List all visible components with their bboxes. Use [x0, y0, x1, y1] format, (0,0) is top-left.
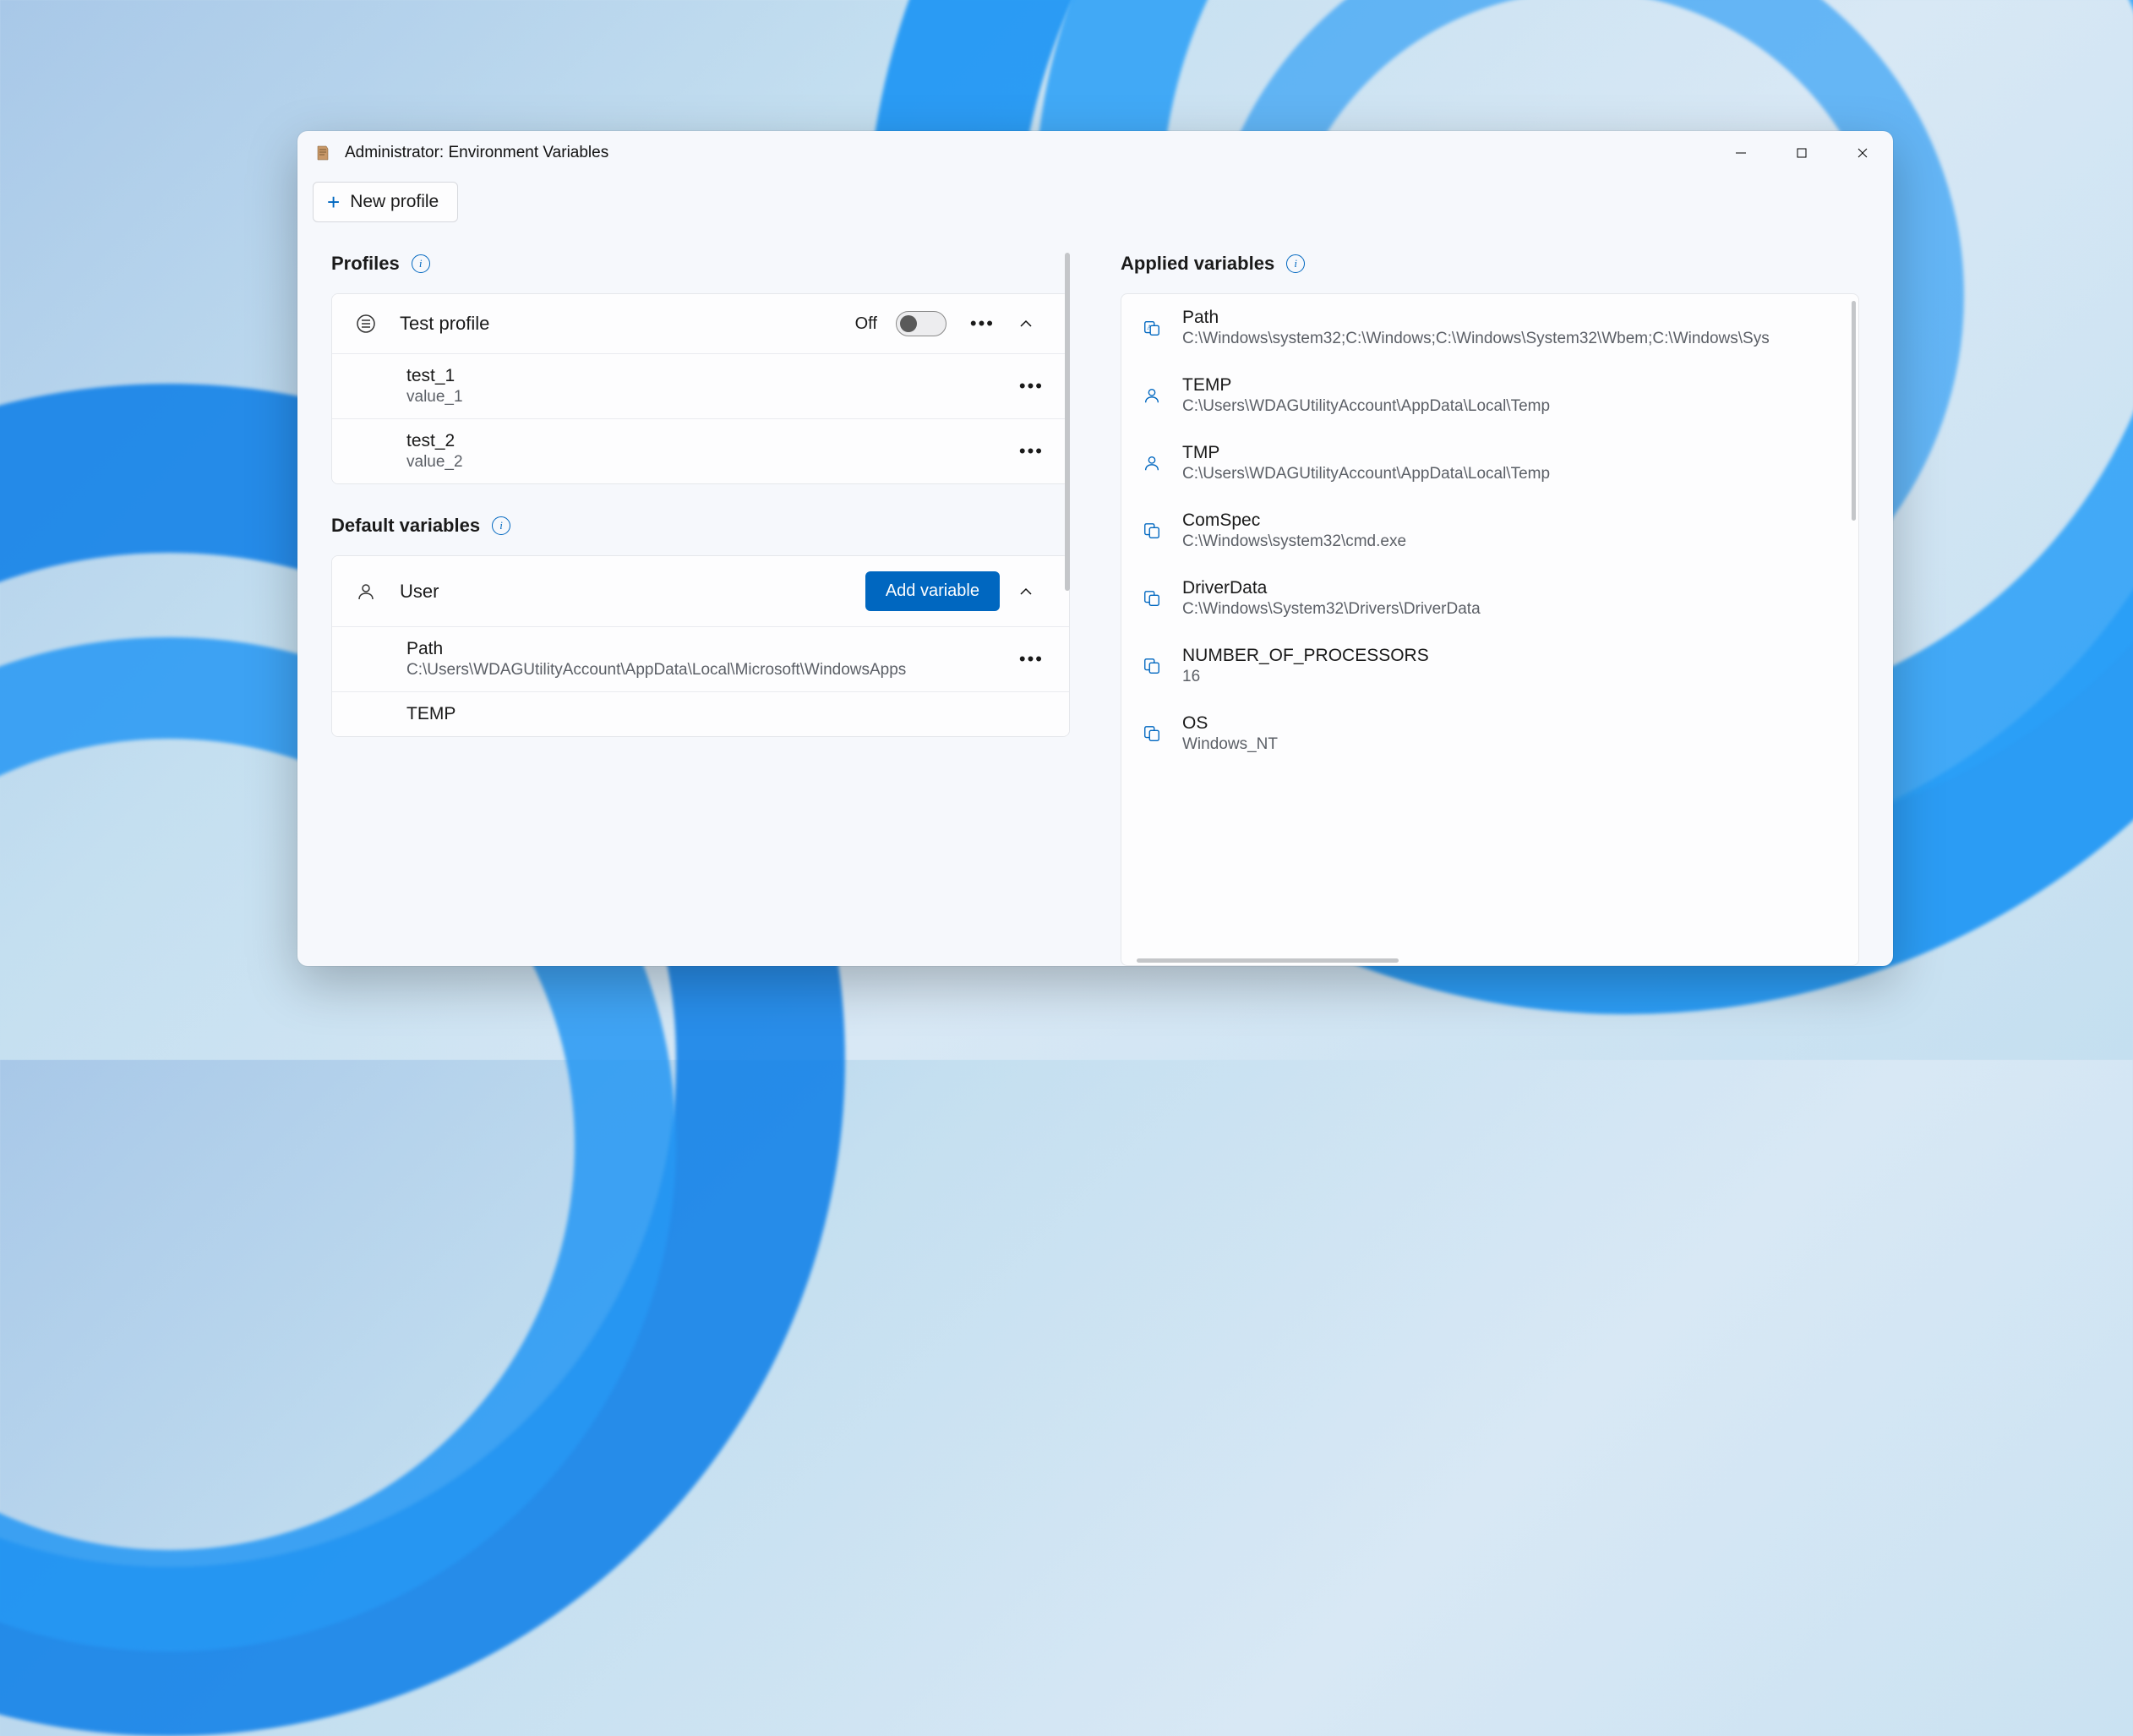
user-icon: [1140, 386, 1164, 405]
info-icon[interactable]: i: [1286, 254, 1305, 273]
applied-variable-value: C:\Users\WDAGUtilityAccount\AppData\Loca…: [1182, 397, 1835, 416]
profiles-section-header: Profiles i: [331, 253, 1070, 275]
applied-variable-row[interactable]: NUMBER_OF_PROCESSORS 16: [1121, 632, 1858, 700]
window-title: Administrator: Environment Variables: [345, 144, 608, 162]
info-icon[interactable]: i: [492, 516, 510, 535]
applied-variable-row[interactable]: DriverData C:\Windows\System32\Drivers\Dr…: [1121, 565, 1858, 632]
variable-more-button[interactable]: •••: [1014, 372, 1049, 401]
app-window: Administrator: Environment Variables + N…: [297, 131, 1893, 966]
profiles-title: Profiles: [331, 253, 400, 275]
user-section-label: User: [400, 581, 845, 603]
right-column: Applied variables i A Path C:\Windows\syst…: [1121, 253, 1859, 966]
user-icon: [352, 581, 379, 602]
toggle-knob: [900, 315, 917, 332]
scrollbar-vertical[interactable]: [1852, 301, 1856, 521]
applied-variable-row[interactable]: TMP C:\Users\WDAGUtilityAccount\AppData\L…: [1121, 429, 1858, 497]
applied-variable-value: C:\Users\WDAGUtilityAccount\AppData\Loca…: [1182, 465, 1835, 483]
scrollbar-horizontal[interactable]: [1137, 958, 1399, 963]
system-icon: [1140, 589, 1164, 608]
applied-variable-value: C:\Windows\System32\Drivers\DriverData: [1182, 600, 1835, 619]
applied-variable-row[interactable]: ComSpecC:\Windows\system32\cmd.exe: [1121, 497, 1858, 565]
variable-value: value_2: [406, 453, 1001, 472]
new-profile-button[interactable]: + New profile: [313, 182, 458, 222]
profile-variable-row[interactable]: test_1 value_1 •••: [332, 354, 1069, 419]
variable-name: Path: [406, 639, 1001, 659]
system-icon: [1140, 724, 1164, 743]
applied-variable-name: OS: [1182, 713, 1835, 734]
applied-variables-list: A Path C:\Windows\system32;C:\Windows;C:\W…: [1121, 293, 1859, 966]
applied-variable-value: C:\Windows\system32;C:\Windows;C:\Window…: [1182, 330, 1835, 348]
profile-more-button[interactable]: •••: [965, 309, 1000, 338]
maximize-button[interactable]: [1771, 131, 1832, 175]
new-profile-label: New profile: [350, 192, 439, 212]
applied-variable-value: Windows_NT: [1182, 735, 1835, 754]
variable-name: test_1: [406, 366, 1001, 386]
applied-variable-name: ComSpec: [1182, 510, 1835, 531]
default-variables-title: Default variables: [331, 515, 480, 537]
toolbar: + New profile: [297, 175, 1893, 253]
minimize-button[interactable]: [1710, 131, 1771, 175]
user-variable-row[interactable]: TEMP: [332, 692, 1069, 736]
applied-variable-name: Path: [1182, 308, 1835, 328]
variable-name: test_2: [406, 431, 1001, 451]
user-icon: [1140, 454, 1164, 472]
variable-name: TEMP: [406, 704, 1049, 724]
app-icon: [313, 143, 333, 163]
profile-variable-row[interactable]: test_2 value_2 •••: [332, 419, 1069, 483]
user-variable-row[interactable]: Path C:\Users\WDAGUtilityAccount\AppData…: [332, 627, 1069, 692]
profile-header[interactable]: Test profile Off •••: [332, 294, 1069, 354]
info-icon[interactable]: i: [412, 254, 430, 273]
profile-enabled-toggle[interactable]: [896, 311, 946, 336]
list-icon: [352, 314, 379, 334]
applied-variable-row[interactable]: A Path C:\Windows\system32;C:\Windows;C:\W…: [1121, 294, 1858, 362]
variable-more-button[interactable]: •••: [1014, 645, 1049, 674]
applied-variable-name: NUMBER_OF_PROCESSORS: [1182, 646, 1835, 666]
left-column: Profiles i Test profile Off •••: [331, 253, 1070, 966]
profile-card: Test profile Off ••• test_1: [331, 293, 1070, 484]
content: Profiles i Test profile Off •••: [297, 253, 1893, 966]
add-variable-button[interactable]: Add variable: [865, 571, 1000, 611]
chevron-up-icon[interactable]: [1018, 584, 1049, 599]
applied-variable-name: TMP: [1182, 443, 1835, 463]
plus-icon: +: [327, 191, 340, 213]
close-button[interactable]: [1832, 131, 1893, 175]
applied-variable-name: TEMP: [1182, 375, 1835, 396]
system-icon: [1140, 657, 1164, 675]
applied-section-header: Applied variables i: [1121, 253, 1859, 275]
profile-name: Test profile: [400, 313, 835, 335]
window-controls: [1710, 131, 1893, 175]
default-variables-section-header: Default variables i: [331, 515, 1070, 537]
user-variables-card: User Add variable Path C:\Users\WDAGUtil…: [331, 555, 1070, 737]
applied-variables-title: Applied variables: [1121, 253, 1274, 275]
applied-variable-row[interactable]: OSWindows_NT: [1121, 700, 1858, 767]
applied-variable-value: C:\Windows\system32\cmd.exe: [1182, 532, 1835, 551]
applied-variable-row[interactable]: TEMPC:\Users\WDAGUtilityAccount\AppData\…: [1121, 362, 1858, 429]
user-variables-header[interactable]: User Add variable: [332, 556, 1069, 627]
system-icon: [1140, 521, 1164, 540]
chevron-up-icon[interactable]: [1018, 316, 1049, 331]
override-icon: A: [1140, 319, 1164, 337]
applied-variable-name: DriverData: [1182, 578, 1835, 598]
titlebar: Administrator: Environment Variables: [297, 131, 1893, 175]
applied-variable-value: 16: [1182, 668, 1835, 686]
variable-value: value_1: [406, 388, 1001, 407]
variable-more-button[interactable]: •••: [1014, 437, 1049, 466]
variable-value: C:\Users\WDAGUtilityAccount\AppData\Loca…: [406, 661, 1001, 680]
toggle-label: Off: [855, 314, 877, 334]
